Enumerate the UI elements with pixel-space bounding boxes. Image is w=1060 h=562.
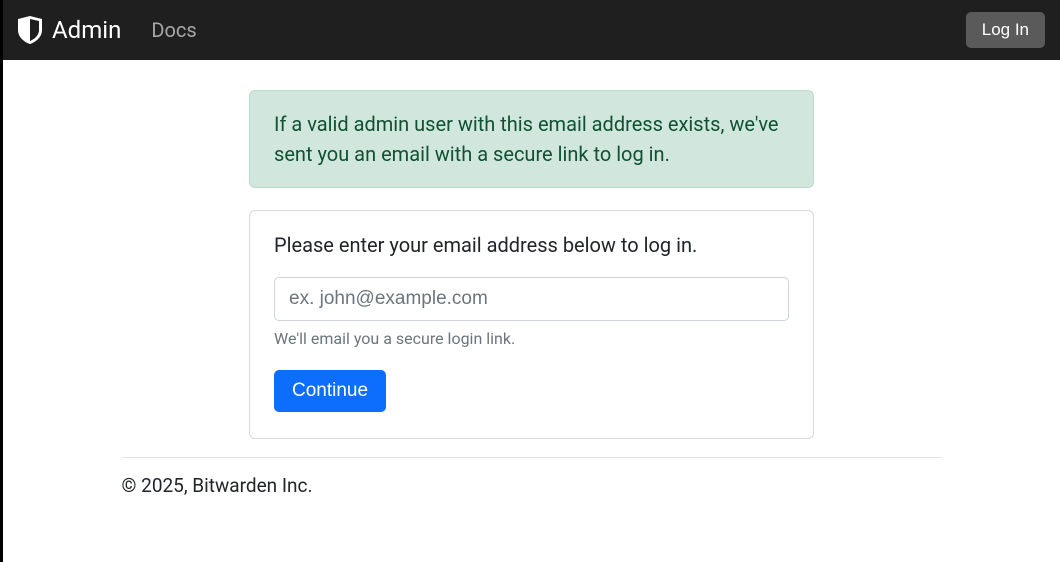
footer-copyright: © 2025, Bitwarden Inc.: [122, 474, 942, 497]
navbar: Admin Docs Log In: [3, 0, 1060, 60]
footer-divider: [122, 457, 942, 458]
docs-link[interactable]: Docs: [151, 18, 196, 42]
brand-text: Admin: [52, 16, 121, 44]
login-button[interactable]: Log In: [966, 12, 1045, 48]
shield-icon: [18, 16, 42, 44]
brand-link[interactable]: Admin: [18, 16, 121, 44]
continue-button[interactable]: Continue: [274, 370, 386, 412]
success-alert: If a valid admin user with this email ad…: [249, 90, 814, 188]
help-text: We'll email you a secure login link.: [274, 329, 789, 348]
login-card: Please enter your email address below to…: [249, 210, 814, 439]
login-card-title: Please enter your email address below to…: [274, 233, 789, 257]
email-field[interactable]: [274, 277, 789, 321]
